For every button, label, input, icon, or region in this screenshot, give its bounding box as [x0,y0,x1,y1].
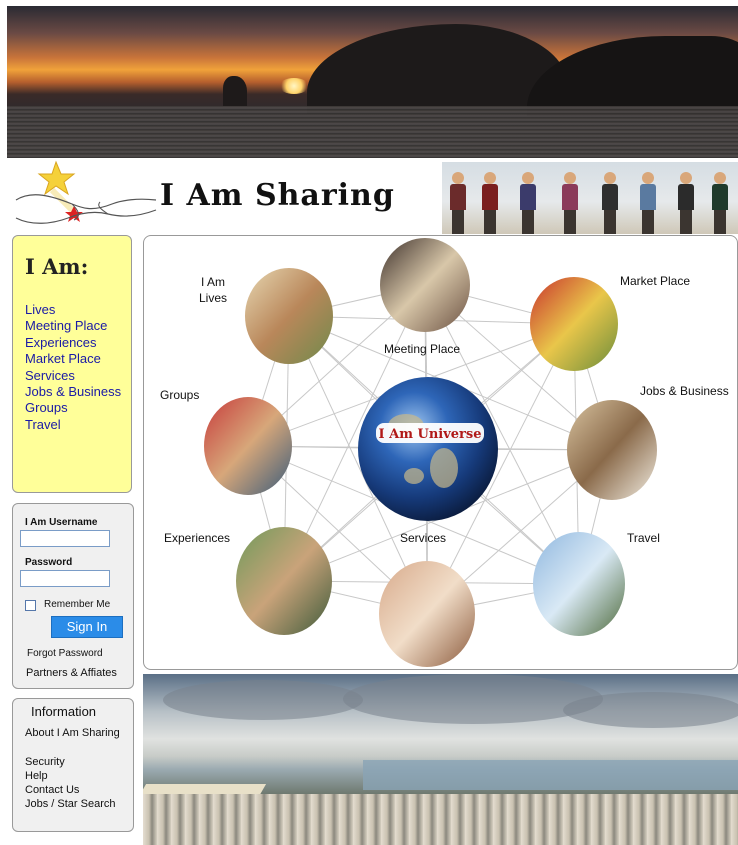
person-figure [602,172,618,234]
i-am-nav-panel: I Am: Lives Meeting Place Experiences Ma… [12,235,132,493]
site-title: I Am Sharing [160,178,395,213]
information-heading: Information [31,704,97,719]
person-figure [450,172,466,234]
login-panel: I Am Username Password Remember Me Sign … [12,503,134,689]
earth-globe-icon[interactable] [358,377,498,521]
node-photo-jobs[interactable] [567,400,657,500]
node-label-travel[interactable]: Travel [627,531,660,545]
about-link[interactable]: About I Am Sharing [25,727,120,739]
node-label-experiences[interactable]: Experiences [164,531,230,545]
continent-shape [404,468,424,484]
center-label[interactable]: I Am Universe [379,427,482,442]
nav-links: Lives Meeting Place Experiences Market P… [25,302,121,433]
contact-us-link[interactable]: Contact Us [25,784,79,796]
security-link[interactable]: Security [25,756,65,768]
node-photo-meeting[interactable] [380,238,470,332]
network-diagram-panel: I Am Universe I Am Lives Meeting Place Ma… [143,235,738,670]
node-photo-experiences[interactable] [236,527,332,635]
nav-link-market-place[interactable]: Market Place [25,351,121,367]
logo-star-hands-icon[interactable] [12,160,160,232]
person-figure [678,172,694,234]
header-banner-photo [7,6,738,158]
node-photo-market[interactable] [530,277,618,371]
people-holding-hands-photo [442,162,738,234]
nav-link-groups[interactable]: Groups [25,400,121,416]
person-figure [520,172,536,234]
nav-link-services[interactable]: Services [25,368,121,384]
person-figure [482,172,498,234]
nav-link-experiences[interactable]: Experiences [25,335,121,351]
nav-link-lives[interactable]: Lives [25,302,121,318]
help-link[interactable]: Help [25,770,48,782]
node-photo-travel[interactable] [533,532,625,636]
password-label: Password [25,557,73,568]
remember-me-label: Remember Me [44,599,111,610]
city-skyline-photo [143,674,738,845]
nav-heading: I Am: [25,254,89,279]
node-photo-lives[interactable] [245,268,333,364]
sign-in-button[interactable]: Sign In [51,616,123,638]
forgot-password-link[interactable]: Forgot Password [27,648,103,659]
nav-link-jobs-business[interactable]: Jobs & Business [25,384,121,400]
person-figure [712,172,728,234]
remember-me-checkbox[interactable] [25,600,36,611]
information-panel: Information About I Am Sharing Security … [12,698,134,832]
person-figure [640,172,656,234]
partners-affiliates-link[interactable]: Partners & Affiates [26,667,117,679]
node-label-jobs-business[interactable]: Jobs & Business [640,384,729,398]
jobs-star-search-link[interactable]: Jobs / Star Search [25,798,116,810]
continent-shape [430,448,458,488]
nav-link-travel[interactable]: Travel [25,417,121,433]
username-label: I Am Username [25,517,98,528]
nav-link-meeting-place[interactable]: Meeting Place [25,318,121,334]
node-label-meeting-place[interactable]: Meeting Place [384,342,460,356]
node-label-groups[interactable]: Groups [160,388,199,402]
node-label-services[interactable]: Services [400,531,446,545]
username-input[interactable] [20,530,110,547]
node-label-market-place[interactable]: Market Place [620,274,690,288]
password-input[interactable] [20,570,110,587]
node-photo-groups[interactable] [204,397,292,495]
node-label-lives[interactable]: I Am Lives [199,274,227,306]
person-figure [562,172,578,234]
node-photo-services[interactable] [379,561,475,667]
network-diagram: I Am Universe [204,238,657,667]
